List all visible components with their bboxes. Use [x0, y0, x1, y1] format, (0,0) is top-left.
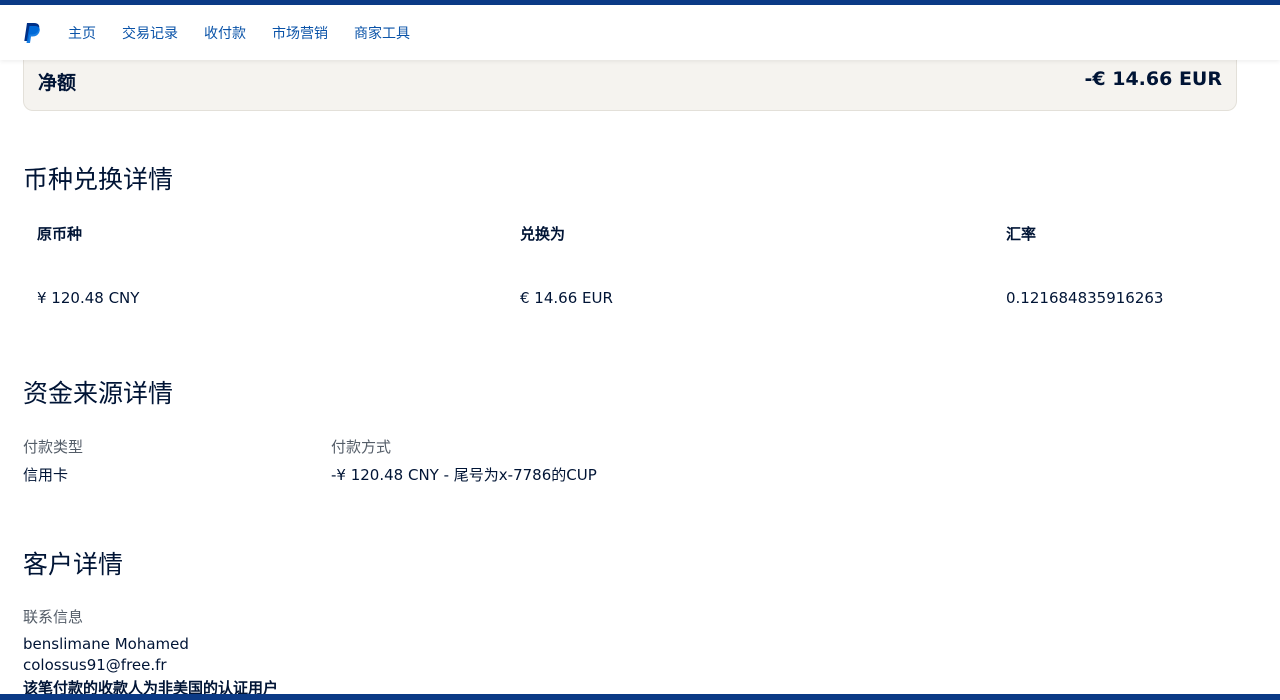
top-navbar: 主页 交易记录 收付款 市场营销 商家工具 [0, 5, 1280, 60]
nav-payments[interactable]: 收付款 [204, 23, 246, 43]
value-original-currency: ¥ 120.48 CNY [37, 289, 140, 307]
header-converted-to: 兑换为 [520, 225, 566, 243]
net-label: 净额 [38, 72, 77, 94]
customer-email[interactable]: colossus91@free.fr [23, 656, 167, 674]
bottom-stripe [0, 694, 1280, 700]
nav-home[interactable]: 主页 [68, 23, 96, 43]
nav-merchant-tools[interactable]: 商家工具 [354, 23, 410, 43]
header-exchange-rate: 汇率 [1006, 225, 1037, 243]
funding-source-title: 资金来源详情 [23, 379, 174, 408]
nav-marketing[interactable]: 市场营销 [272, 23, 328, 43]
payment-type-value: 信用卡 [23, 466, 69, 484]
header-original-currency: 原币种 [37, 225, 83, 243]
net-amount: -€ 14.66 EUR [1084, 68, 1222, 90]
nav-transactions[interactable]: 交易记录 [122, 23, 178, 43]
nav-links: 主页 交易记录 收付款 市场营销 商家工具 [68, 23, 436, 43]
customer-name: benslimane Mohamed [23, 635, 189, 653]
value-exchange-rate: 0.121684835916263 [1006, 289, 1164, 307]
payment-method-value: -¥ 120.48 CNY - 尾号为x-7786的CUP [331, 466, 597, 484]
payment-method-label: 付款方式 [331, 438, 392, 456]
payment-type-label: 付款类型 [23, 438, 84, 456]
value-converted-to: € 14.66 EUR [520, 289, 613, 307]
contact-info-label: 联系信息 [23, 608, 84, 626]
currency-conversion-title: 币种兑换详情 [23, 165, 174, 194]
customer-details-title: 客户详情 [23, 550, 124, 579]
paypal-logo-icon[interactable] [22, 21, 42, 45]
